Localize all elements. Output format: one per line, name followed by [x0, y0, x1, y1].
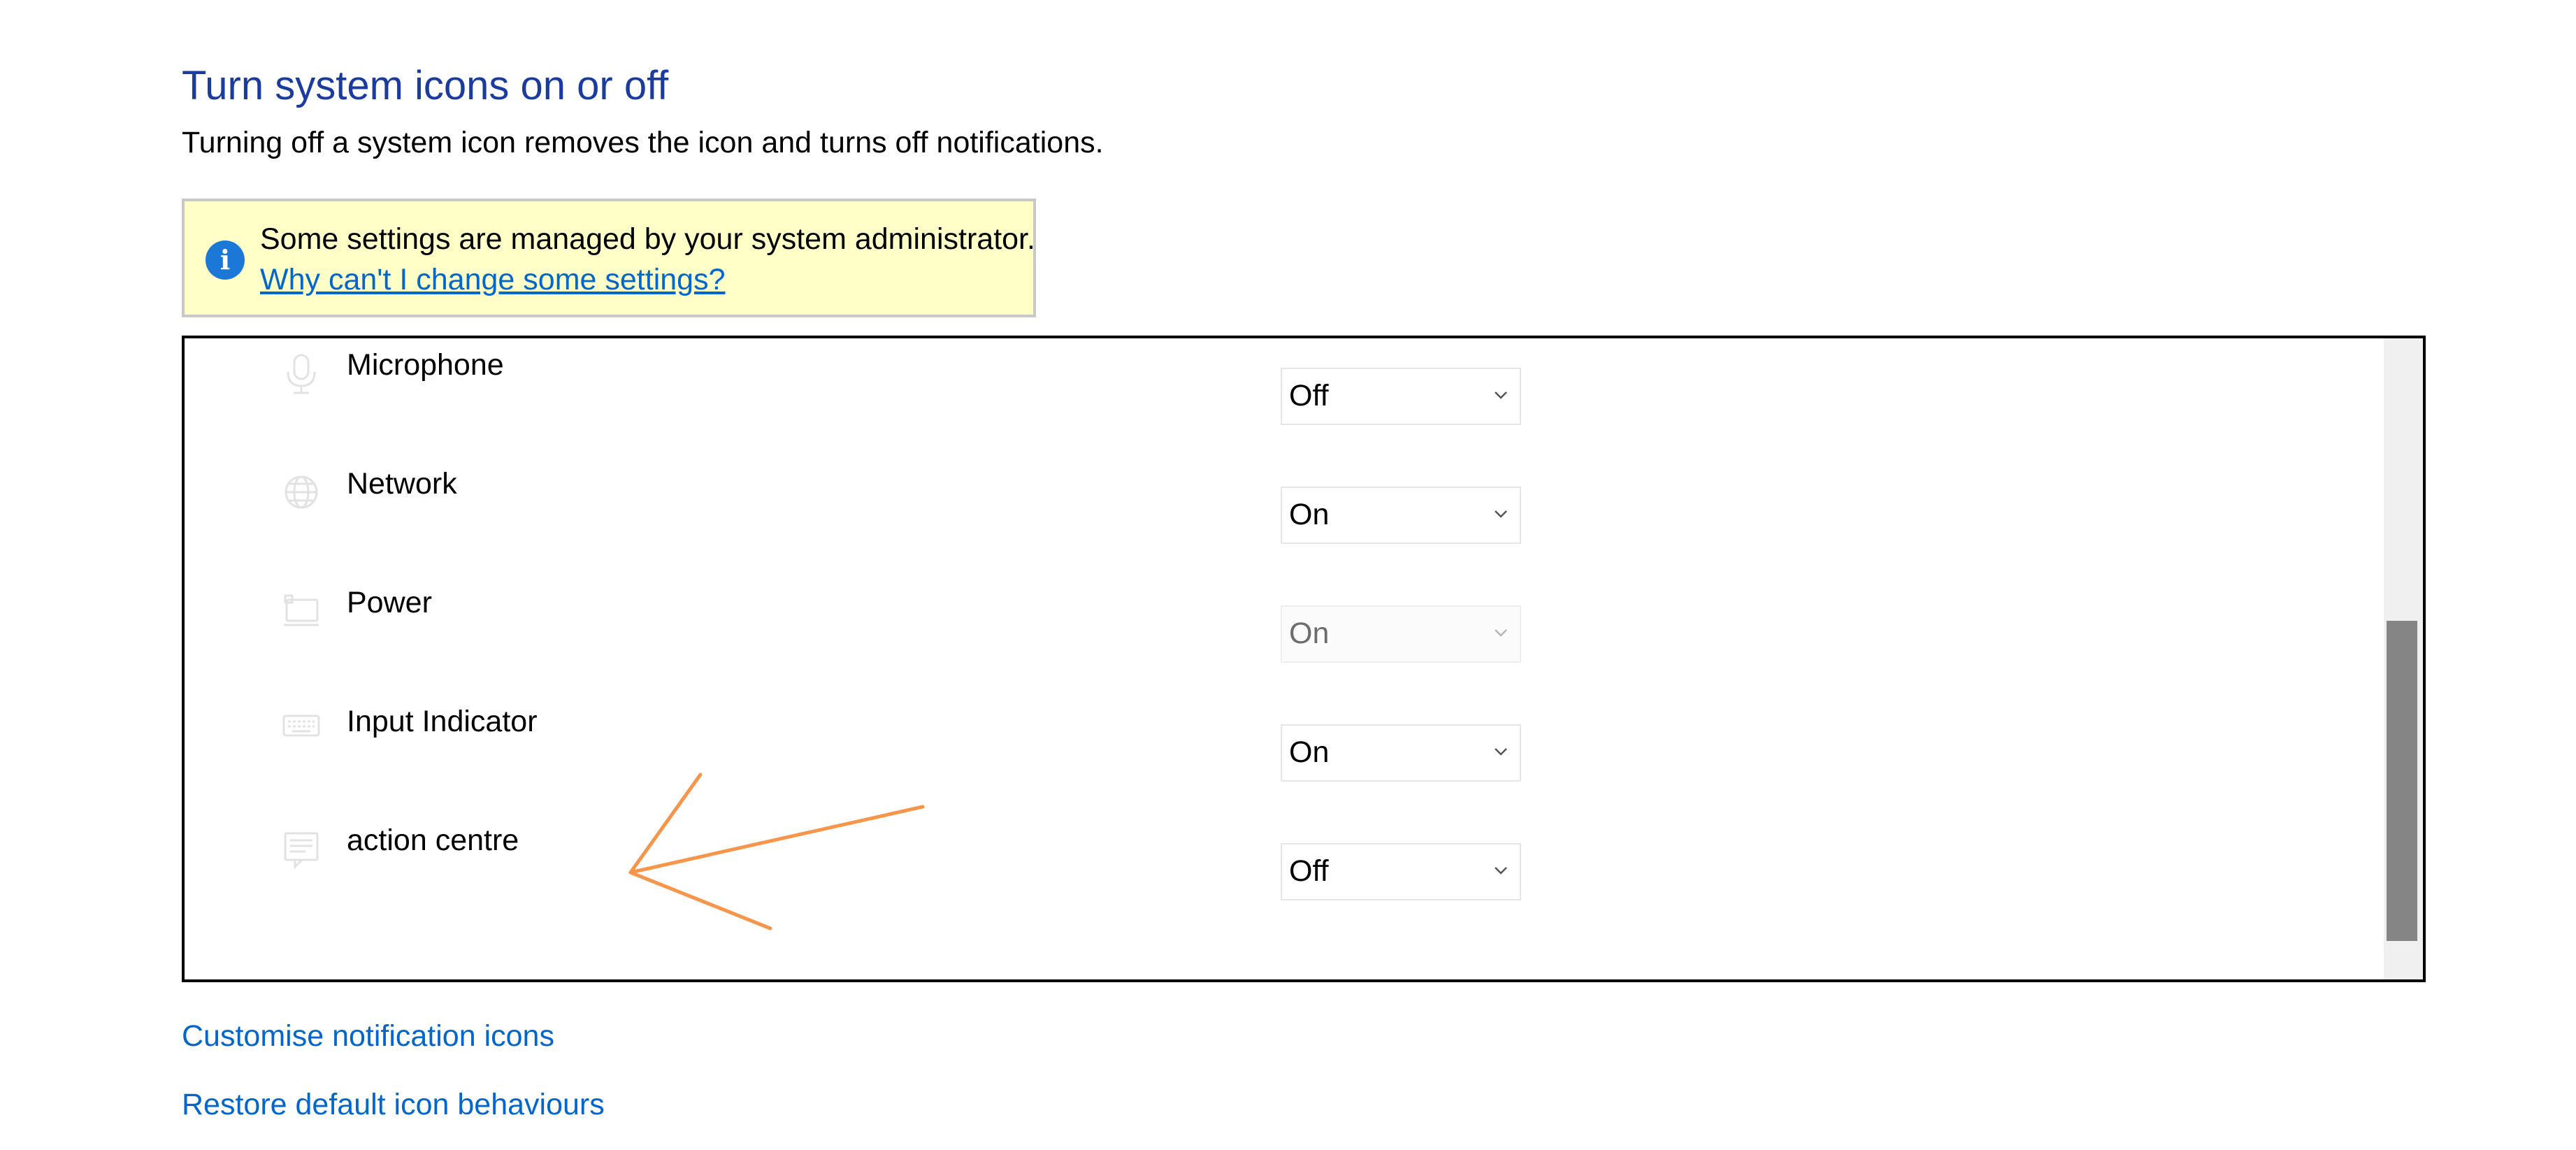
why-cant-change-link[interactable]: Why can't I change some settings? [260, 263, 726, 297]
dropdown-value: On [1289, 735, 1330, 769]
system-icon-row-action-centre: action centre Off [185, 824, 2380, 942]
system-icon-row-network: Network On [185, 467, 2380, 586]
power-icon [282, 590, 320, 633]
system-icons-list: Microphone Off Network On Power On Input… [182, 336, 2426, 982]
system-icon-label: Microphone [347, 348, 504, 382]
info-icon: i [206, 240, 245, 280]
chevron-down-icon [1495, 510, 1507, 518]
network-behaviour-dropdown[interactable]: On [1281, 487, 1521, 544]
system-icon-row-power: Power On [185, 586, 2380, 705]
dropdown-value: On [1289, 617, 1330, 650]
scrollbar-thumb[interactable] [2387, 621, 2417, 941]
customise-notification-icons-link[interactable]: Customise notification icons [182, 1019, 554, 1054]
keyboard-icon [282, 709, 320, 752]
page-title: Turn system icons on or off [182, 62, 669, 108]
chevron-down-icon [1495, 867, 1507, 875]
system-icon-row-microphone: Microphone Off [185, 348, 2380, 467]
chevron-down-icon [1495, 748, 1507, 756]
dropdown-value: Off [1289, 379, 1329, 412]
action-centre-icon [282, 828, 320, 871]
system-icon-label: Power [347, 586, 432, 619]
action-centre-behaviour-dropdown[interactable]: Off [1281, 843, 1521, 900]
power-behaviour-dropdown: On [1281, 605, 1521, 663]
system-icon-label: action centre [347, 824, 519, 857]
system-icon-label: Input Indicator [347, 705, 538, 738]
system-icon-label: Network [347, 467, 457, 501]
dropdown-value: On [1289, 498, 1330, 531]
chevron-down-icon [1495, 391, 1507, 399]
chevron-down-icon [1495, 629, 1507, 637]
page-description: Turning off a system icon removes the ic… [182, 126, 1104, 159]
dropdown-value: Off [1289, 854, 1329, 888]
restore-default-icon-behaviours-link[interactable]: Restore default icon behaviours [182, 1088, 605, 1122]
admin-banner-message: Some settings are managed by your system… [260, 222, 1035, 256]
system-icon-row-input-indicator: Input Indicator On [185, 705, 2380, 824]
network-icon [282, 471, 320, 515]
input-indicator-behaviour-dropdown[interactable]: On [1281, 724, 1521, 782]
microphone-behaviour-dropdown[interactable]: Off [1281, 368, 1521, 425]
admin-info-banner: i Some settings are managed by your syst… [182, 199, 1036, 317]
microphone-icon [282, 352, 320, 396]
vertical-scrollbar[interactable] [2384, 338, 2423, 979]
